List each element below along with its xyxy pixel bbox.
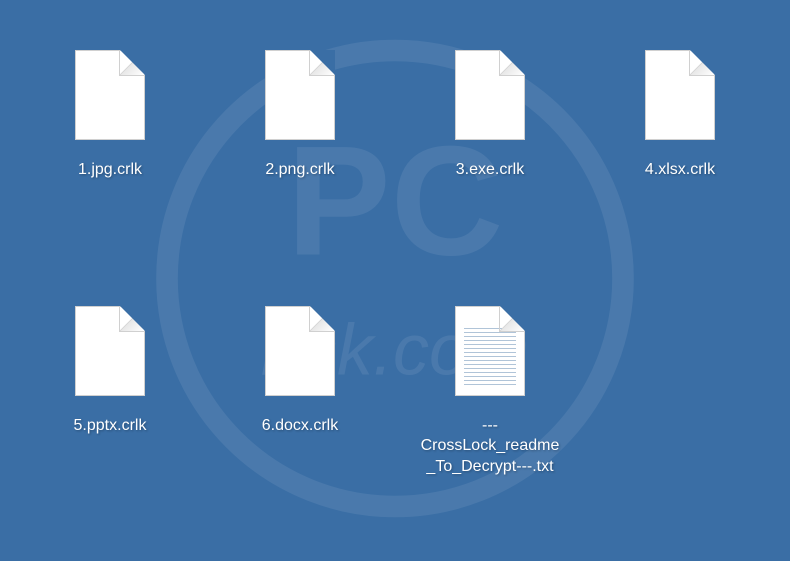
blank-file-icon — [70, 306, 150, 401]
blank-file-icon — [260, 50, 340, 145]
file-label: 4.xlsx.crlk — [645, 160, 715, 181]
file-label: 2.png.crlk — [265, 160, 334, 181]
file-label: 3.exe.crlk — [456, 160, 524, 181]
file-label: 1.jpg.crlk — [78, 160, 142, 181]
file-item[interactable]: ---CrossLock_readme_To_Decrypt---.txt — [410, 296, 570, 522]
desktop: 1.jpg.crlk 2.png.crlk 3.exe.crlk 4.xlsx.… — [0, 0, 790, 561]
file-item[interactable]: 4.xlsx.crlk — [600, 40, 760, 266]
file-label: 6.docx.crlk — [262, 416, 338, 437]
file-item[interactable]: 1.jpg.crlk — [30, 40, 190, 266]
blank-file-icon — [450, 50, 530, 145]
file-label: ---CrossLock_readme_To_Decrypt---.txt — [420, 416, 560, 478]
file-item[interactable]: 5.pptx.crlk — [30, 296, 190, 522]
file-item[interactable]: 2.png.crlk — [220, 40, 380, 266]
blank-file-icon — [260, 306, 340, 401]
file-item[interactable]: 6.docx.crlk — [220, 296, 380, 522]
blank-file-icon — [70, 50, 150, 145]
file-label: 5.pptx.crlk — [74, 416, 147, 437]
text-file-icon — [450, 306, 530, 401]
file-item[interactable]: 3.exe.crlk — [410, 40, 570, 266]
blank-file-icon — [640, 50, 720, 145]
